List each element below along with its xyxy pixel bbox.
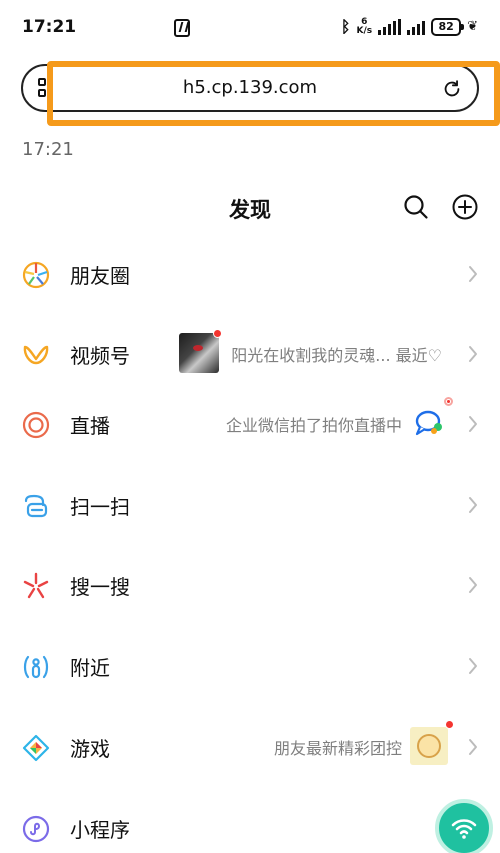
live-icon <box>22 411 50 439</box>
menu-item-moments[interactable]: 朋友圈 <box>0 243 500 303</box>
search-icon[interactable] <box>403 194 429 220</box>
network-speed: 6 K/s <box>356 17 373 36</box>
url-bar[interactable]: h5.cp.139.com <box>21 64 479 112</box>
mini-programs-icon <box>22 815 50 843</box>
moments-icon <box>22 261 50 289</box>
signal-icon-2 <box>407 19 426 35</box>
network-speed-unit: K/s <box>356 25 373 36</box>
menu-item-live[interactable]: 直播 企业微信拍了拍你直播中 <box>0 393 500 453</box>
menu-item-scan[interactable]: 扫一扫 <box>0 474 500 534</box>
status-time: 17:21 <box>22 17 77 37</box>
status-indicators: ᛒ 6 K/s 82 ❦ <box>341 17 478 36</box>
menu-item-label: 扫一扫 <box>70 495 130 519</box>
channels-icon <box>23 345 49 365</box>
channel-thumbnail <box>179 333 219 373</box>
menu-item-channels[interactable]: 视频号 阳光在收割我的灵魂... 最近♡ <box>0 323 500 383</box>
chevron-right-icon <box>469 416 477 432</box>
url-text[interactable]: h5.cp.139.com <box>83 77 417 98</box>
menu-item-label: 小程序 <box>70 818 130 842</box>
menu-item-label: 朋友圈 <box>70 264 130 288</box>
chevron-right-icon <box>469 577 477 593</box>
nfc-icon <box>174 19 190 37</box>
reload-icon[interactable] <box>441 78 463 100</box>
games-icon <box>22 734 50 762</box>
live-notification-ring <box>444 397 453 406</box>
menu-item-label: 搜一搜 <box>70 575 130 599</box>
add-icon[interactable] <box>452 194 478 220</box>
chevron-right-icon <box>469 346 477 362</box>
chevron-right-icon <box>469 658 477 674</box>
wifi-icon <box>451 819 477 839</box>
battery-icon: 82 <box>431 17 465 36</box>
search-sparkle-icon <box>23 572 49 599</box>
chevron-right-icon <box>469 266 477 282</box>
notification-dot <box>445 720 454 729</box>
live-avatar-icon <box>415 410 442 436</box>
menu-item-subtitle: 企业微信拍了拍你直播中 <box>225 416 402 435</box>
signal-icon <box>378 18 402 35</box>
tabs-icon[interactable] <box>35 78 49 100</box>
menu-item-label: 附近 <box>70 656 110 680</box>
wifi-floating-button[interactable] <box>435 799 493 853</box>
menu-item-label: 视频号 <box>70 344 130 368</box>
game-thumbnail <box>410 727 448 765</box>
menu-item-label: 直播 <box>70 414 110 438</box>
power-saving-icon: ❦ <box>467 19 478 34</box>
menu-item-search[interactable]: 搜一搜 <box>0 554 500 614</box>
menu-item-subtitle: 阳光在收割我的灵魂... 最近♡ <box>231 346 442 365</box>
menu-item-subtitle: 朋友最新精彩团控 <box>273 739 402 758</box>
notification-dot <box>213 329 222 338</box>
timestamp: 17:21 <box>22 139 74 160</box>
menu-item-games[interactable]: 游戏 朋友最新精彩团控 <box>0 716 500 776</box>
status-bar: 17:21 ᛒ 6 K/s 82 ❦ <box>0 0 500 56</box>
chevron-right-icon <box>469 739 477 755</box>
nearby-icon <box>23 655 49 679</box>
scan-icon <box>24 494 48 518</box>
menu-item-mini-programs[interactable]: 小程序 <box>0 797 500 853</box>
menu-item-label: 游戏 <box>70 737 110 761</box>
bluetooth-icon: ᛒ <box>340 17 351 36</box>
menu-item-nearby[interactable]: 附近 <box>0 635 500 695</box>
chevron-right-icon <box>469 497 477 513</box>
